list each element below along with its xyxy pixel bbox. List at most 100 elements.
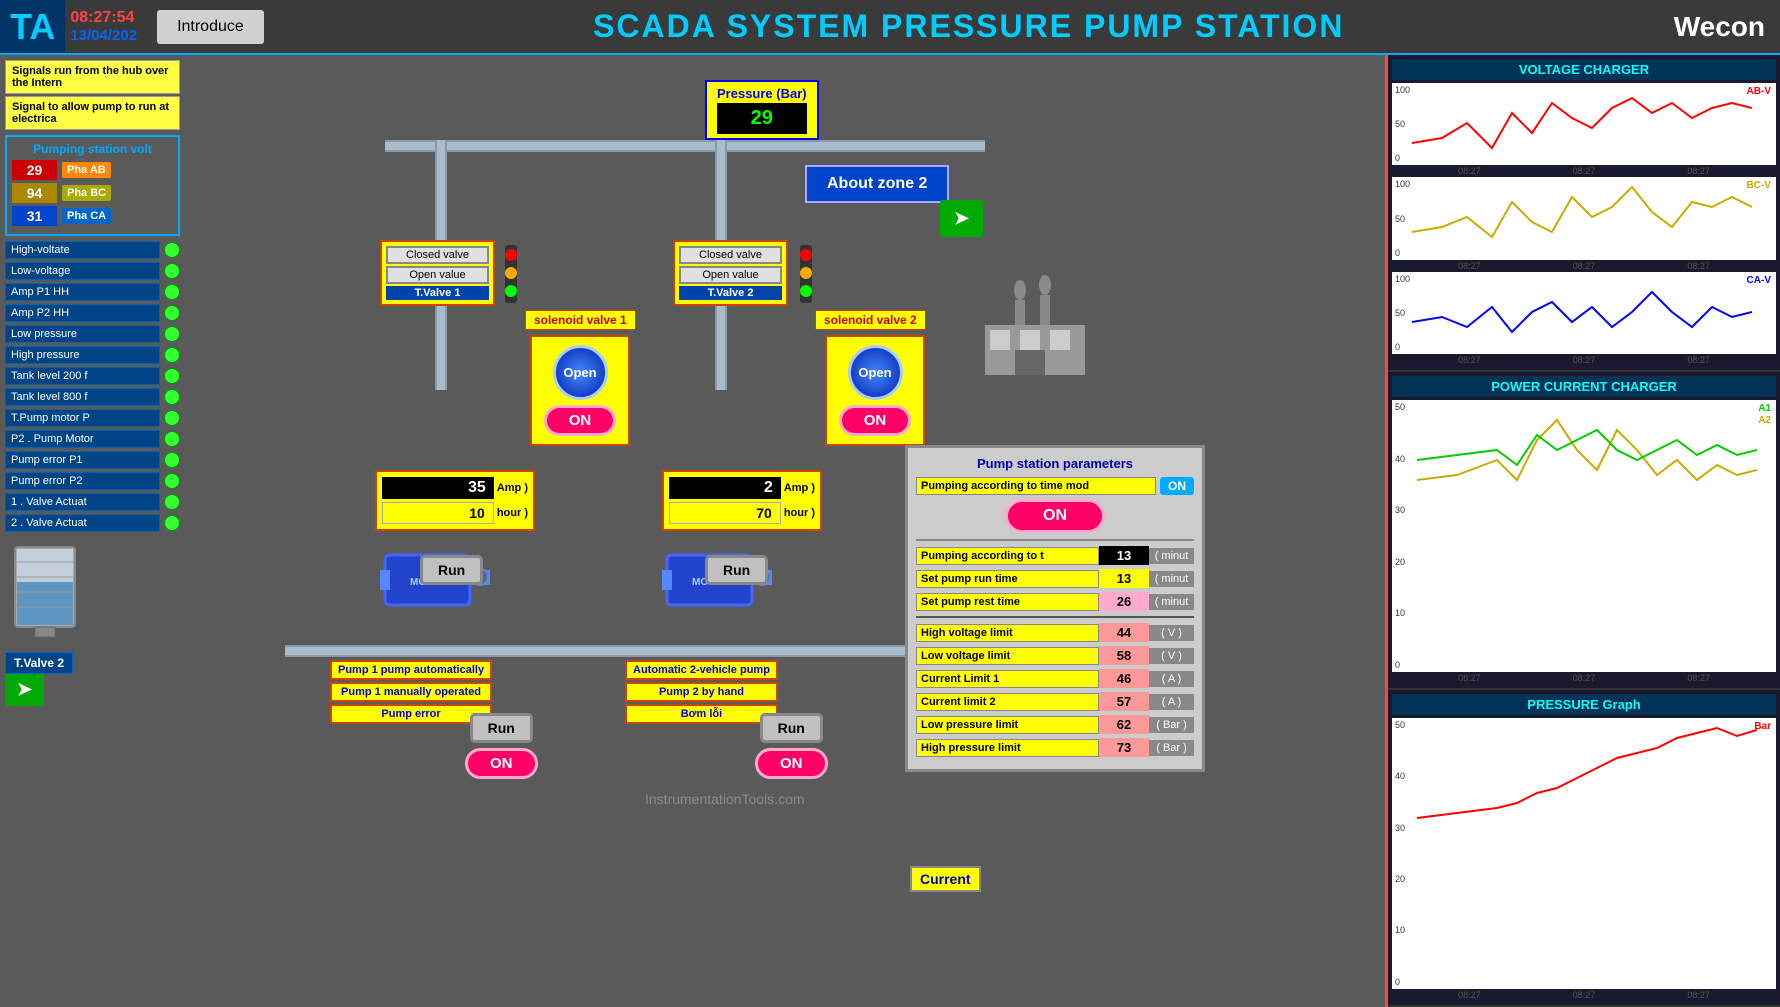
p2-pump-motor-label[interactable]: P2 . Pump Motor (5, 430, 160, 448)
set-run-label: Set pump run time (916, 570, 1099, 588)
pumping-time-mode-label: Pumping according to time mod (916, 477, 1156, 495)
indicator-high-voltate: High-voltate (5, 241, 180, 259)
limit-unit-4: ( Bar ) (1149, 717, 1194, 733)
p2-pump-motor-dot (164, 431, 180, 447)
about-zone-label: About zone 2 (805, 165, 949, 203)
pressure-display: Pressure (Bar) 29 (705, 80, 819, 140)
pumping-t-unit: ( minut (1149, 548, 1194, 564)
limit-value-4[interactable]: 62 (1099, 715, 1149, 734)
solenoid1-on-button[interactable]: ON (544, 405, 617, 436)
set-run-time-row: Set pump run time 13 ( minut (916, 569, 1194, 588)
tank-800-label[interactable]: Tank level 800 f (5, 388, 160, 406)
amp-p2-hh-dot (164, 305, 180, 321)
pump1-run-button[interactable]: Run (420, 555, 483, 585)
pressure-value: 29 (717, 103, 807, 134)
limit-label-4: Low pressure limit (916, 716, 1099, 734)
valve1-section: Closed valve Open value T.Valve 1 (380, 240, 495, 306)
pump2-on-button[interactable]: ON (755, 748, 828, 779)
amp-p1-hh-dot (164, 284, 180, 300)
high-voltate-label[interactable]: High-voltate (5, 241, 160, 259)
ta-logo: TA (0, 0, 65, 53)
limit-value-2[interactable]: 46 (1099, 669, 1149, 688)
valve2-actuat-label[interactable]: 2 . Valve Actuat (5, 514, 160, 532)
valve1-lights (500, 245, 520, 310)
set-run-value[interactable]: 13 (1099, 569, 1149, 588)
zone-arrow-button[interactable]: ➤ (940, 200, 983, 237)
phase-ab-label: Pha AB (62, 162, 111, 178)
low-pressure-label[interactable]: Low pressure (5, 325, 160, 343)
pump1-manual-label[interactable]: Pump 1 manually operated (330, 682, 492, 702)
pump2-manual-label[interactable]: Pump 2 by hand (625, 682, 778, 702)
set-rest-label: Set pump rest time (916, 593, 1099, 611)
pump2-run-button[interactable]: Run (705, 555, 768, 585)
solenoid1-open-button[interactable]: Open (553, 345, 608, 400)
valve1-actuat-dot (164, 494, 180, 510)
bottom-arrow-button[interactable]: ➤ (5, 673, 44, 706)
limit-row-4: Low pressure limit62( Bar ) (916, 715, 1194, 734)
valve1-actuat-label[interactable]: 1 . Valve Actuat (5, 493, 160, 511)
limit-value-3[interactable]: 57 (1099, 692, 1149, 711)
phase-bc-label: Pha BC (62, 185, 111, 201)
valve2-open-button[interactable]: Open value (679, 266, 782, 284)
solenoid2-open-button[interactable]: Open (848, 345, 903, 400)
limit-value-0[interactable]: 44 (1099, 623, 1149, 642)
signal-box-2: Signal to allow pump to run at electrica (5, 96, 180, 130)
pumping-t-value[interactable]: 13 (1099, 546, 1149, 565)
main-area: Signals run from the hub over the Intern… (0, 55, 1780, 1007)
indicator-amp-p1-hh: Amp P1 HH (5, 283, 180, 301)
limit-row-3: Current limit 257( A ) (916, 692, 1194, 711)
limit-label-1: Low voltage limit (916, 647, 1099, 665)
valve1-open-button[interactable]: Open value (386, 266, 489, 284)
limit-value-1[interactable]: 58 (1099, 646, 1149, 665)
solenoid2-on-button[interactable]: ON (839, 405, 912, 436)
high-pressure-label[interactable]: High pressure (5, 346, 160, 364)
low-pressure-dot (164, 326, 180, 342)
low-voltage-label[interactable]: Low-voltage (5, 262, 160, 280)
pump-error-p2-label[interactable]: Pump error P2 (5, 472, 160, 490)
pump2-bottom-run-button[interactable]: Run (760, 713, 823, 743)
tank-icon (5, 542, 85, 642)
set-rest-value[interactable]: 26 (1099, 592, 1149, 611)
amp-p2-hh-label[interactable]: Amp P2 HH (5, 304, 160, 322)
pumping-time-mode-on: ON (1160, 477, 1194, 495)
limits-container: High voltage limit44( V )Low voltage lim… (916, 623, 1194, 757)
limit-unit-3: ( A ) (1149, 694, 1194, 710)
main-title: SCADA SYSTEM PRESSURE PUMP STATION (264, 8, 1674, 45)
params-on-button[interactable]: ON (1005, 499, 1105, 533)
pump1-on-button[interactable]: ON (465, 748, 538, 779)
limit-value-5[interactable]: 73 (1099, 738, 1149, 757)
limit-row-1: Low voltage limit58( V ) (916, 646, 1194, 665)
pump-error-p1-label[interactable]: Pump error P1 (5, 451, 160, 469)
valve2-lights (795, 245, 815, 310)
pump1-amp-unit: Amp ) (497, 482, 528, 494)
indicator-low-voltage: Low-voltage (5, 262, 180, 280)
valve2-closed-button[interactable]: Closed valve (679, 246, 782, 264)
pump1-auto-label[interactable]: Pump 1 pump automatically (330, 660, 492, 680)
pump1-amp-value: 35 (382, 477, 494, 499)
pump1-bottom-run-button[interactable]: Run (470, 713, 533, 743)
indicator-valve1-actuat: 1 . Valve Actuat (5, 493, 180, 511)
valve2-section: Closed valve Open value T.Valve 2 (673, 240, 788, 306)
limit-label-0: High voltage limit (916, 624, 1099, 642)
introduce-button[interactable]: Introduce (157, 10, 264, 44)
power-xaxis: 08:2708:2708:27 (1392, 672, 1776, 684)
tank-200-label[interactable]: Tank level 200 f (5, 367, 160, 385)
pump2-auto-label[interactable]: Automatic 2-vehicle pump (625, 660, 778, 680)
phase-ab-value: 29 (12, 160, 57, 180)
phase-ab-row: 29 Pha AB (12, 160, 173, 180)
phase-bc-value: 94 (12, 183, 57, 203)
tank-800-dot (164, 389, 180, 405)
indicator-high-pressure: High pressure (5, 346, 180, 364)
pumping-t-label: Pumping according to t (916, 547, 1099, 565)
voltage-ca-xaxis: 08:2708:2708:27 (1392, 354, 1776, 366)
high-voltate-dot (164, 242, 180, 258)
solenoid2-label: solenoid valve 2 (815, 310, 926, 330)
t-valve2-bottom-label: T.Valve 2 (5, 652, 73, 674)
amp-p1-hh-label[interactable]: Amp P1 HH (5, 283, 160, 301)
watermark: InstrumentationTools.com (645, 791, 805, 807)
indicator-p2-pump-motor: P2 . Pump Motor (5, 430, 180, 448)
t-pump-motor-label[interactable]: T.Pump motor P (5, 409, 160, 427)
valve1-closed-button[interactable]: Closed valve (386, 246, 489, 264)
top-pipe-horizontal (385, 140, 985, 152)
voltage-bc-xaxis: 08:2708:2708:27 (1392, 260, 1776, 272)
